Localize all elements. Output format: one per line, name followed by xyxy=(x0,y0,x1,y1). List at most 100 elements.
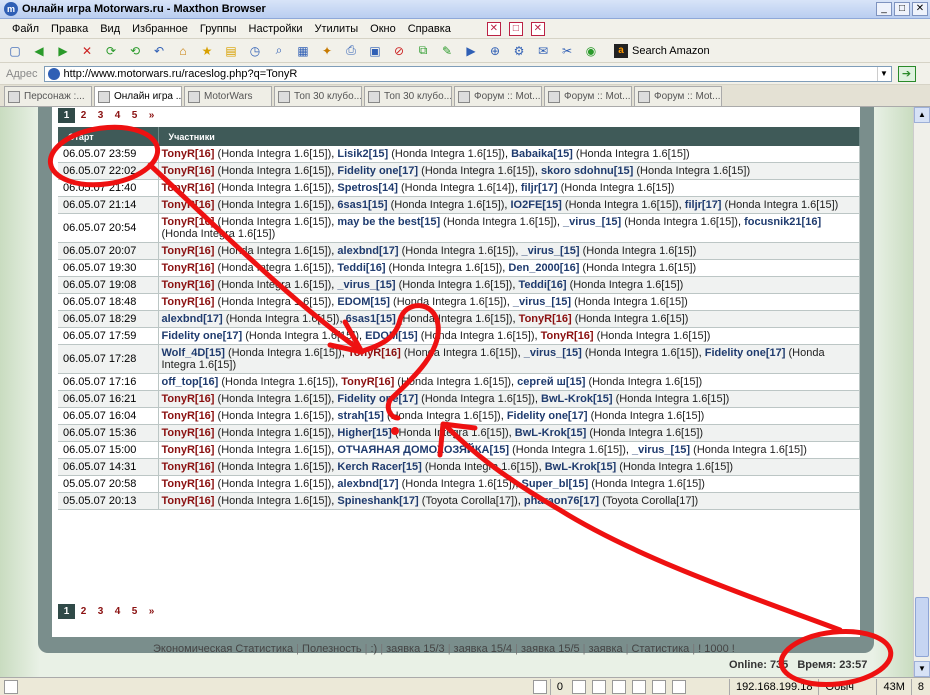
player-link[interactable]: Kerch Racer[15] xyxy=(337,461,421,473)
footer-link[interactable]: заявка xyxy=(588,643,622,655)
tab-forum-2[interactable]: Форум :: Mot... xyxy=(544,86,632,106)
menu-window[interactable]: Окно xyxy=(364,23,402,35)
player-link[interactable]: TonyR[16] xyxy=(162,495,215,507)
footer-link[interactable]: :) xyxy=(370,643,377,655)
search-amazon-button[interactable]: a Search Amazon xyxy=(614,43,710,58)
player-link[interactable]: TonyR[16] xyxy=(162,478,215,490)
player-link[interactable]: Lisik2[15] xyxy=(337,148,388,160)
footer-link[interactable]: заявка 15/5 xyxy=(521,643,580,655)
history-icon[interactable]: ◷ xyxy=(246,42,264,60)
pager-page-3[interactable]: 3 xyxy=(92,108,109,123)
tab-character[interactable]: Персонаж :... xyxy=(4,86,92,106)
refresh-all-icon[interactable]: ⟲ xyxy=(126,42,144,60)
player-link[interactable]: Super_bl[15] xyxy=(521,478,588,490)
screenshot-icon[interactable]: ⧉ xyxy=(414,42,432,60)
menu-groups[interactable]: Группы xyxy=(194,23,243,35)
player-link[interactable]: TonyR[16] xyxy=(162,216,215,228)
flash-icon[interactable] xyxy=(592,679,606,694)
go-button[interactable]: ➔ xyxy=(897,65,916,82)
close-all-icon[interactable]: ✕ xyxy=(530,21,545,36)
favorites-star-icon[interactable]: ★ xyxy=(198,42,216,60)
plugins-icon[interactable]: ✦ xyxy=(318,42,336,60)
player-link[interactable]: Fidelity one[17] xyxy=(507,410,588,422)
player-link[interactable]: BwL-Krok[15] xyxy=(541,393,613,405)
player-link[interactable]: TonyR[16] xyxy=(162,262,215,274)
player-link[interactable]: Teddi[16] xyxy=(518,279,566,291)
close-button[interactable]: ✕ xyxy=(912,2,928,16)
player-link[interactable]: TonyR[16] xyxy=(162,245,215,257)
player-link[interactable]: Fidelity one[17] xyxy=(705,347,786,359)
player-link[interactable]: _virus_[15] xyxy=(524,347,582,359)
player-link[interactable]: TonyR[16] xyxy=(162,199,215,211)
home-icon[interactable]: ⌂ xyxy=(174,42,192,60)
trash-icon[interactable] xyxy=(532,679,547,694)
popup-blocker-icon[interactable]: ⊘ xyxy=(390,42,408,60)
pager-page-2[interactable]: 2 xyxy=(75,604,92,619)
rss-icon[interactable]: ◉ xyxy=(582,42,600,60)
footer-link[interactable]: заявка 15/4 xyxy=(454,643,513,655)
mail-icon[interactable]: ✉ xyxy=(534,42,552,60)
player-link[interactable]: Fidelity one[17] xyxy=(337,165,418,177)
player-link[interactable]: TonyR[16] xyxy=(541,330,594,342)
script-icon[interactable] xyxy=(652,679,666,694)
footer-link[interactable]: Статистика xyxy=(631,643,689,655)
menu-view[interactable]: Вид xyxy=(94,23,126,35)
pager-page-4[interactable]: 4 xyxy=(109,108,126,123)
player-link[interactable]: _virus_[15] xyxy=(521,245,579,257)
player-link[interactable]: Den_2000[16] xyxy=(508,262,579,274)
print-icon[interactable]: ⎙ xyxy=(342,42,360,60)
player-link[interactable]: TonyR[16] xyxy=(162,165,215,177)
refresh-icon[interactable]: ⟳ xyxy=(102,42,120,60)
media-icon[interactable]: ▶ xyxy=(462,42,480,60)
player-link[interactable]: Babaika[15] xyxy=(511,148,573,160)
pager-page-3[interactable]: 3 xyxy=(92,604,109,619)
undo-icon[interactable]: ↶ xyxy=(150,42,168,60)
player-link[interactable]: may be the best[15] xyxy=(337,216,440,228)
player-link[interactable]: 6sas1[15] xyxy=(346,313,396,325)
activex-icon[interactable] xyxy=(672,679,686,694)
menu-favorites[interactable]: Избранное xyxy=(126,23,194,35)
menu-settings[interactable]: Настройки xyxy=(243,23,309,35)
player-link[interactable]: 6sas1[15] xyxy=(337,199,387,211)
player-link[interactable]: Wolf_4D[15] xyxy=(162,347,225,359)
minimize-button[interactable]: _ xyxy=(876,2,892,16)
player-link[interactable]: ОТЧАЯНАЯ ДОМОХОЗЯЙКА[15] xyxy=(337,444,509,456)
tab-forum-3[interactable]: Форум :: Mot... xyxy=(634,86,722,106)
pager-page-5[interactable]: 5 xyxy=(126,604,143,619)
magic-fill-icon[interactable]: ✎ xyxy=(438,42,456,60)
player-link[interactable]: Higher[15] xyxy=(337,427,391,439)
player-link[interactable]: _virus_[15] xyxy=(337,279,395,291)
player-link[interactable]: BwL-Krok[15] xyxy=(515,427,587,439)
player-link[interactable]: TonyR[16] xyxy=(162,410,215,422)
player-link[interactable]: _virus_[15] xyxy=(513,296,571,308)
menu-help[interactable]: Справка xyxy=(402,23,457,35)
player-link[interactable]: сергей ш[15] xyxy=(517,376,585,388)
pager-page-2[interactable]: 2 xyxy=(75,108,92,123)
player-link[interactable]: focusnik21[16] xyxy=(744,216,821,228)
player-link[interactable]: TonyR[16] xyxy=(519,313,572,325)
pager-page-1[interactable]: 1 xyxy=(58,604,75,619)
tab-top30-1[interactable]: Топ 30 клубо... xyxy=(274,86,362,106)
pager-page-1[interactable]: 1 xyxy=(58,108,75,123)
menu-edit[interactable]: Правка xyxy=(45,23,94,35)
player-link[interactable]: TonyR[16] xyxy=(341,376,394,388)
tab-motorwars[interactable]: MotorWars xyxy=(184,86,272,106)
player-link[interactable]: TonyR[16] xyxy=(162,279,215,291)
player-link[interactable]: TonyR[16] xyxy=(162,296,215,308)
player-link[interactable]: TonyR[16] xyxy=(162,427,215,439)
player-link[interactable]: TonyR[16] xyxy=(162,148,215,160)
menu-tools[interactable]: Утилиты xyxy=(308,23,364,35)
player-link[interactable]: TonyR[16] xyxy=(162,444,215,456)
restore-tab-icon[interactable]: □ xyxy=(508,21,523,36)
close-tab-icon[interactable]: ✕ xyxy=(486,21,501,36)
folder-icon[interactable]: ▤ xyxy=(222,42,240,60)
address-input[interactable] xyxy=(63,67,877,80)
scroll-up-icon[interactable]: ▲ xyxy=(914,107,930,123)
player-link[interactable]: Teddi[16] xyxy=(337,262,385,274)
footer-link[interactable]: ! 1000 ! xyxy=(698,643,735,655)
maximize-button[interactable]: □ xyxy=(894,2,910,16)
sound-icon[interactable] xyxy=(632,679,646,694)
player-link[interactable]: skoro sdohnu[15] xyxy=(541,165,633,177)
print-preview-icon[interactable]: ▣ xyxy=(366,42,384,60)
forward-icon[interactable]: ▶ xyxy=(54,42,72,60)
